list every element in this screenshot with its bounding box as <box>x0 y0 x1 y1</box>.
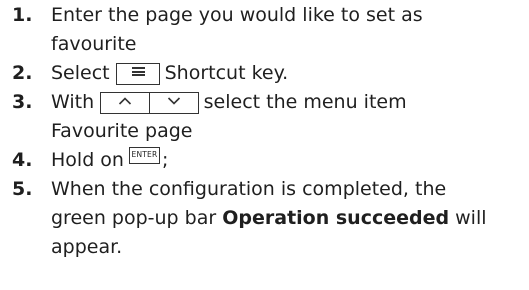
step-2-before-key: Select <box>51 62 110 84</box>
step-2-after-key: Shortcut key. <box>164 62 289 84</box>
step-3-before-keys: With <box>51 91 95 113</box>
step-3-text-line-2: Favourite page <box>51 120 193 142</box>
step-4-text: Hold on ENTER; <box>51 147 169 172</box>
step-5-text-line-3: appear. <box>51 236 123 258</box>
step-3-number: 3. <box>12 91 33 113</box>
step-1-text-line-1: Enter the page you would like to set as <box>51 4 423 26</box>
step-1-number: 1. <box>12 4 33 26</box>
step-2-number: 2. <box>12 62 33 84</box>
step-1-text-line-2: favourite <box>51 33 137 55</box>
menu-key-icon <box>115 63 160 85</box>
step-4-number: 4. <box>12 149 33 171</box>
step-5-text-line-2: green pop-up bar Operation succeeded wil… <box>51 206 487 230</box>
step-3-text-line-1: With select the menu item <box>51 90 407 114</box>
step-2-text: Select Shortcut key. <box>51 61 288 85</box>
step-5-number: 5. <box>12 178 33 200</box>
step-5-line-2-before: green pop-up bar <box>51 207 217 229</box>
step-4-before-key: Hold on <box>51 149 124 171</box>
step-3-after-keys: select the menu item <box>203 91 407 113</box>
step-4-after-key: ; <box>161 149 169 171</box>
step-5-text-line-1: When the configuration is completed, the <box>51 178 447 200</box>
arrow-up-icon <box>100 92 151 114</box>
arrow-down-icon <box>148 92 199 114</box>
step-5-line-2-after: will <box>455 207 487 229</box>
arrow-keys <box>100 90 199 114</box>
enter-key-icon: ENTER <box>128 147 160 164</box>
enter-key-label: ENTER <box>131 150 158 159</box>
operation-succeeded-label: Operation succeeded <box>222 207 450 229</box>
